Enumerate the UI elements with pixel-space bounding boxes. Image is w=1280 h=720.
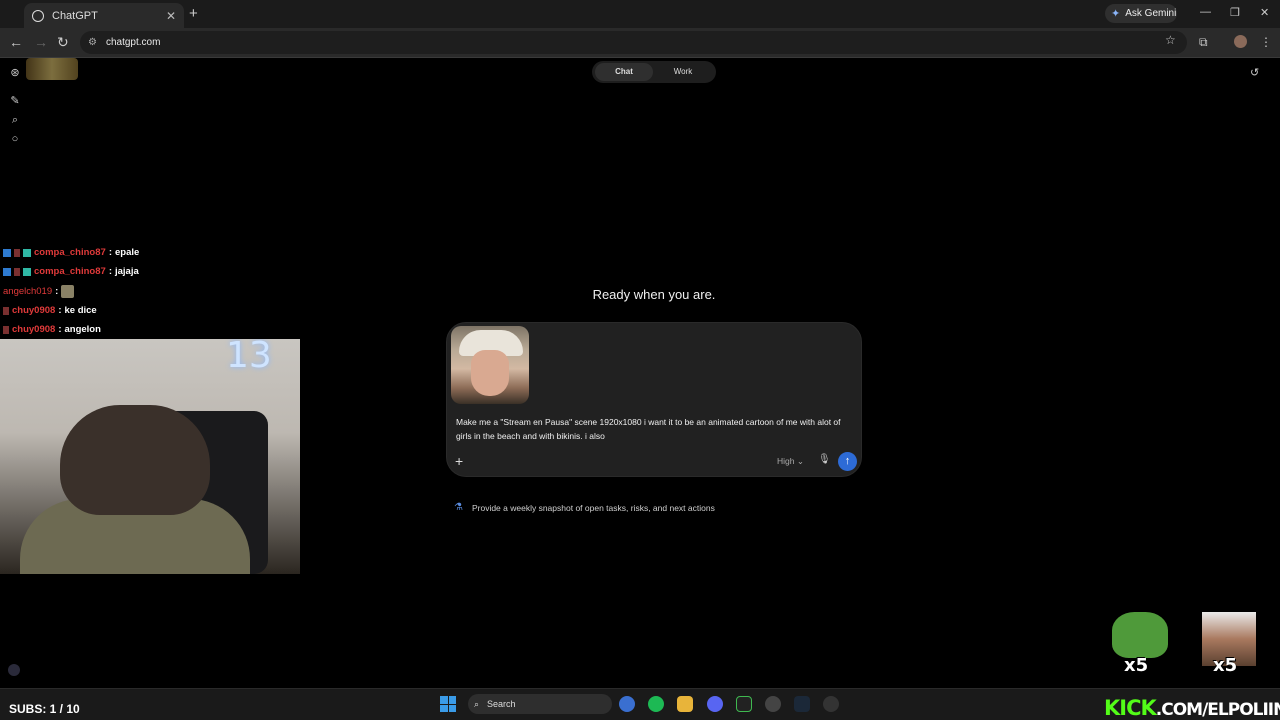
ask-gemini-button[interactable]: ✦ Ask Gemini [1105,4,1177,23]
chat-username: chuy0908 [12,305,56,316]
chat-message: jajaja [114,266,139,277]
maximize-icon[interactable]: ❐ [1230,6,1240,19]
gemini-sparkle-icon: ✦ [1111,8,1121,20]
chat-message: epale [114,247,140,258]
badge-icon [14,267,20,276]
extensions-icon[interactable]: ⧉ [1199,35,1208,50]
pepe-emote-icon [1112,612,1168,658]
kick-brand-banner: KICK.COM/ELPOLIIN [1104,696,1280,720]
multiplier-label: x5 [1124,655,1149,676]
stream-chat-line: compa_chino87 : jajaja [3,266,139,277]
chat-message: angelon [64,324,101,335]
chatgpt-favicon-icon [32,9,44,22]
openai-logo-icon[interactable]: ⊛ [8,66,22,80]
badge-icon [23,248,31,257]
tab-chatgpt[interactable]: ChatGPT ✕ [24,3,184,28]
close-tab-icon[interactable]: ✕ [166,9,176,23]
site-info-icon[interactable]: ⚙ [88,37,97,48]
badge-icon [3,248,11,257]
add-attachment-icon[interactable]: + [455,453,463,469]
browser-toolbar: ← → ↻ ⚙ chatgpt.com ☆ ⧉ ⋮ [0,28,1280,58]
address-bar[interactable]: ⚙ chatgpt.com [80,31,1187,54]
browser-tab-bar: ChatGPT ✕ + ✦ Ask Gemini — ❐ ✕ [0,0,1280,28]
kick-logo-text: KICK [1104,696,1157,720]
reasoning-effort-select[interactable]: High ⌄ [777,456,804,467]
suggestion-item[interactable]: ⚗ Provide a weekly snapshot of open task… [454,502,715,513]
neon-number: 13 [226,339,272,376]
chat-bubble-icon[interactable]: ○ [8,133,22,147]
back-icon[interactable]: ← [9,34,23,50]
new-chat-icon[interactable]: ✎ [8,94,22,108]
menu-icon[interactable]: ⋮ [1260,35,1272,49]
chat-username: angelch019 [3,286,53,297]
windows-start-icon[interactable] [440,696,456,712]
discord-icon[interactable] [707,696,723,712]
spotify-icon[interactable] [648,696,664,712]
effort-label: High [777,456,795,466]
minimize-icon[interactable]: — [1200,6,1211,18]
stream-chat-line: chuy0908 : angelon [3,324,101,335]
stream-chat-line: angelch019 : [3,285,75,298]
flask-icon: ⚗ [454,502,463,513]
reload-icon[interactable]: ↻ [57,34,69,51]
bookmark-star-icon[interactable]: ☆ [1165,33,1176,47]
chrome-icon[interactable] [619,696,635,712]
badge-icon [3,306,9,315]
badge-icon [14,248,20,257]
app-icon[interactable] [736,696,752,712]
steam-icon[interactable] [794,696,810,712]
subs-counter: SUBS: 1 / 10 [9,702,80,716]
prompt-input[interactable]: Make me a "Stream en Pausa" scene 1920x1… [456,415,852,443]
tab-work[interactable]: Work [652,61,714,83]
chat-username: compa_chino87 [34,266,106,277]
suggestion-text: Provide a weekly snapshot of open tasks,… [471,502,715,513]
temporary-chat-icon[interactable]: ↺ [1250,66,1259,79]
profile-avatar[interactable] [1234,35,1247,48]
user-avatar[interactable] [8,664,20,676]
chevron-down-icon: ⌄ [796,456,804,466]
badge-icon [3,267,11,276]
ask-gemini-label: Ask Gemini [1125,8,1177,19]
kick-domain-text: .COM/ELPOLIIN [1155,700,1280,720]
multiplier-label: x5 [1213,655,1238,676]
webcam-feed: 13 [0,339,300,574]
skull-app-icon[interactable] [823,696,839,712]
new-tab-icon[interactable]: + [189,5,198,22]
tab-title: ChatGPT [52,9,98,22]
search-icon: ⌕ [474,698,480,709]
chat-message: ke dice [64,305,97,316]
chat-username: chuy0908 [12,324,56,335]
stream-chat-line: chuy0908 : ke dice [3,305,97,316]
tab-chat[interactable]: Chat [595,63,653,81]
close-window-icon[interactable]: ✕ [1260,6,1269,19]
badge-icon [3,325,9,334]
emote-icon [61,285,75,298]
search-icon[interactable]: ⌕ [8,114,22,128]
forward-icon[interactable]: → [34,34,48,50]
file-explorer-icon[interactable] [677,696,693,712]
send-button[interactable]: ↑ [838,452,857,471]
badge-icon [23,267,31,276]
search-label: Search [487,699,516,709]
mode-toggle: Chat Work [592,61,716,83]
taskbar [0,688,1280,720]
stream-logo-overlay [26,58,78,80]
chat-username: compa_chino87 [34,247,106,258]
page-heading: Ready when you are. [592,287,716,302]
obs-icon[interactable] [765,696,781,712]
microphone-icon[interactable]: 🎙 [818,454,831,465]
stream-chat-line: compa_chino87 : epale [3,247,139,258]
url-text: chatgpt.com [105,37,161,48]
attached-image-thumbnail[interactable] [451,326,529,404]
taskbar-search[interactable]: ⌕ Search [468,694,612,714]
